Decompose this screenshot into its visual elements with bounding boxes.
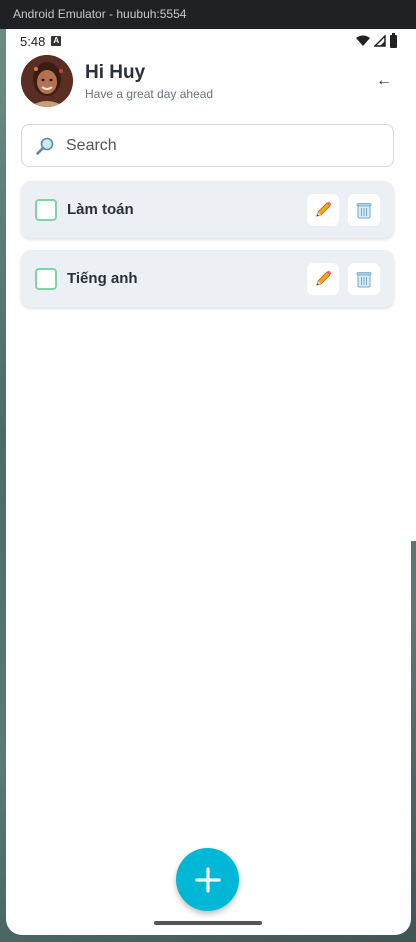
edit-button[interactable]: [307, 193, 339, 226]
back-button[interactable]: ←: [372, 69, 396, 93]
greeting-subtitle: Have a great day ahead: [85, 86, 214, 101]
status-time: 5:48: [20, 33, 46, 49]
todo-list: Làm toán Tiếng anh: [21, 181, 394, 319]
todo-item[interactable]: Làm toán: [21, 181, 394, 238]
signal-icon: [374, 35, 386, 47]
home-indicator[interactable]: [154, 921, 262, 925]
edit-button[interactable]: [307, 262, 339, 295]
header: Hi Huy Have a great day ahead ←: [21, 54, 396, 108]
delete-button[interactable]: [348, 193, 380, 226]
wifi-icon: [356, 35, 370, 46]
phone-screen: 5:48 A Hi Huy Have a great day ahead ← S…: [6, 29, 411, 935]
battery-icon: [390, 32, 397, 48]
greeting-title: Hi Huy: [85, 61, 146, 83]
trash-icon: [356, 271, 372, 287]
todo-actions: [307, 193, 380, 226]
emulator-title-bar: Android Emulator - huubuh:5554: [0, 0, 416, 29]
avatar[interactable]: [21, 55, 73, 107]
avatar-image: [21, 55, 73, 107]
plus-icon: [194, 866, 221, 893]
edit-pencil-icon: [316, 201, 332, 217]
search-icon: [36, 137, 54, 155]
todo-item[interactable]: Tiếng anh: [21, 250, 394, 307]
delete-button[interactable]: [348, 262, 380, 295]
search-bar[interactable]: [21, 124, 394, 167]
todo-label: Tiếng anh: [67, 270, 138, 287]
todo-checkbox[interactable]: [35, 267, 57, 290]
emulator-title: Android Emulator - huubuh:5554: [13, 7, 187, 21]
add-todo-button[interactable]: [176, 848, 239, 911]
todo-label: Làm toán: [67, 201, 134, 218]
edit-pencil-icon: [316, 270, 332, 286]
greeting: Hi Huy Have a great day ahead: [85, 62, 213, 101]
status-icons: [356, 32, 397, 48]
todo-actions: [307, 262, 380, 295]
status-bar: 5:48 A: [6, 29, 411, 53]
back-arrow-icon: ←: [376, 72, 392, 89]
notification-icon: A: [51, 36, 62, 46]
trash-icon: [356, 202, 372, 218]
search-input[interactable]: [66, 136, 393, 155]
todo-checkbox[interactable]: [35, 198, 57, 221]
